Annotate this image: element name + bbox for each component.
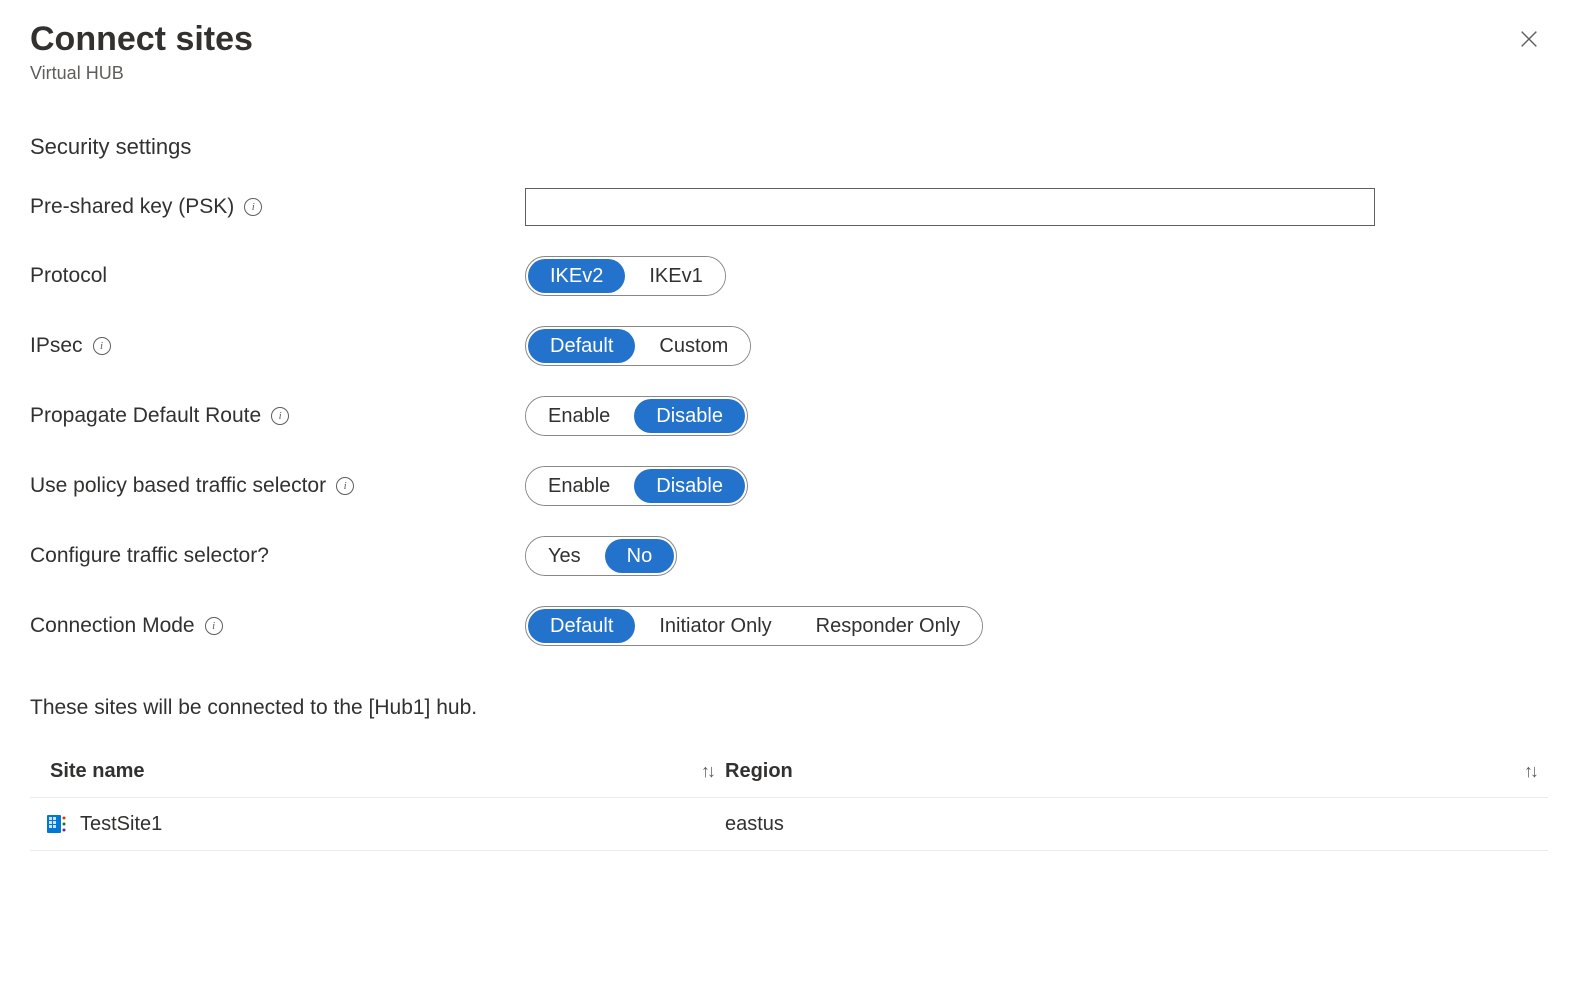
label-policy-selector-text: Use policy based traffic selector	[30, 474, 326, 498]
cell-region: eastus	[725, 813, 1548, 836]
label-configure-selector-text: Configure traffic selector?	[30, 544, 269, 568]
row-psk: Pre-shared key (PSK) i	[30, 188, 1548, 226]
toggle-mode-responder[interactable]: Responder Only	[794, 607, 983, 645]
label-connection-mode: Connection Mode i	[30, 614, 525, 638]
label-protocol-text: Protocol	[30, 264, 107, 288]
label-policy-selector: Use policy based traffic selector i	[30, 474, 525, 498]
toggle-mode-initiator[interactable]: Initiator Only	[637, 607, 793, 645]
label-protocol: Protocol	[30, 264, 525, 288]
cell-site-name: TestSite1	[30, 812, 725, 836]
table-header: Site name ↑↓ Region ↑↓	[30, 760, 1548, 798]
info-icon[interactable]: i	[336, 477, 354, 495]
sites-table: Site name ↑↓ Region ↑↓	[30, 760, 1548, 851]
sites-description: These sites will be connected to the [Hu…	[30, 696, 1548, 720]
header-titles: Connect sites Virtual HUB	[30, 20, 253, 84]
label-ipsec-text: IPsec	[30, 334, 83, 358]
toggle-connection-mode: Default Initiator Only Responder Only	[525, 606, 983, 646]
row-connection-mode: Connection Mode i Default Initiator Only…	[30, 606, 1548, 646]
row-protocol: Protocol IKEv2 IKEv1	[30, 256, 1548, 296]
info-icon[interactable]: i	[93, 337, 111, 355]
row-ipsec: IPsec i Default Custom	[30, 326, 1548, 366]
row-propagate: Propagate Default Route i Enable Disable	[30, 396, 1548, 436]
toggle-configure-no[interactable]: No	[605, 539, 675, 573]
label-psk-text: Pre-shared key (PSK)	[30, 195, 234, 219]
toggle-protocol-ikev2[interactable]: IKEv2	[528, 259, 625, 293]
label-propagate: Propagate Default Route i	[30, 404, 525, 428]
info-icon[interactable]: i	[271, 407, 289, 425]
psk-input[interactable]	[525, 188, 1375, 226]
row-configure-selector: Configure traffic selector? Yes No	[30, 536, 1548, 576]
header-region[interactable]: Region ↑↓	[725, 760, 1548, 783]
sort-icon: ↑↓	[1524, 761, 1536, 782]
row-policy-selector: Use policy based traffic selector i Enab…	[30, 466, 1548, 506]
toggle-ipsec-default[interactable]: Default	[528, 329, 635, 363]
info-icon[interactable]: i	[244, 198, 262, 216]
sort-icon: ↑↓	[701, 761, 713, 782]
label-psk: Pre-shared key (PSK) i	[30, 195, 525, 219]
toggle-propagate-disable[interactable]: Disable	[634, 399, 745, 433]
section-heading-security: Security settings	[30, 134, 1548, 160]
label-ipsec: IPsec i	[30, 334, 525, 358]
panel-subtitle: Virtual HUB	[30, 63, 253, 84]
toggle-policy-selector: Enable Disable	[525, 466, 748, 506]
toggle-configure-selector: Yes No	[525, 536, 677, 576]
panel-header: Connect sites Virtual HUB	[30, 20, 1548, 84]
toggle-ipsec-custom[interactable]: Custom	[637, 327, 750, 365]
header-site-name[interactable]: Site name ↑↓	[30, 760, 725, 783]
toggle-protocol-ikev1[interactable]: IKEv1	[627, 257, 724, 295]
label-propagate-text: Propagate Default Route	[30, 404, 261, 428]
toggle-propagate-enable[interactable]: Enable	[526, 397, 632, 435]
label-connection-mode-text: Connection Mode	[30, 614, 195, 638]
toggle-protocol: IKEv2 IKEv1	[525, 256, 726, 296]
info-icon[interactable]: i	[205, 617, 223, 635]
toggle-policy-disable[interactable]: Disable	[634, 469, 745, 503]
toggle-configure-yes[interactable]: Yes	[526, 537, 603, 575]
cell-site-name-text: TestSite1	[80, 813, 162, 836]
close-icon	[1518, 28, 1540, 50]
panel-title: Connect sites	[30, 20, 253, 59]
toggle-policy-enable[interactable]: Enable	[526, 467, 632, 505]
header-region-text: Region	[725, 760, 793, 783]
toggle-propagate: Enable Disable	[525, 396, 748, 436]
toggle-ipsec: Default Custom	[525, 326, 751, 366]
toggle-mode-default[interactable]: Default	[528, 609, 635, 643]
table-row[interactable]: TestSite1 eastus	[30, 798, 1548, 851]
header-site-name-text: Site name	[50, 760, 144, 783]
building-icon	[44, 812, 68, 836]
label-configure-selector: Configure traffic selector?	[30, 544, 525, 568]
close-button[interactable]	[1510, 20, 1548, 61]
